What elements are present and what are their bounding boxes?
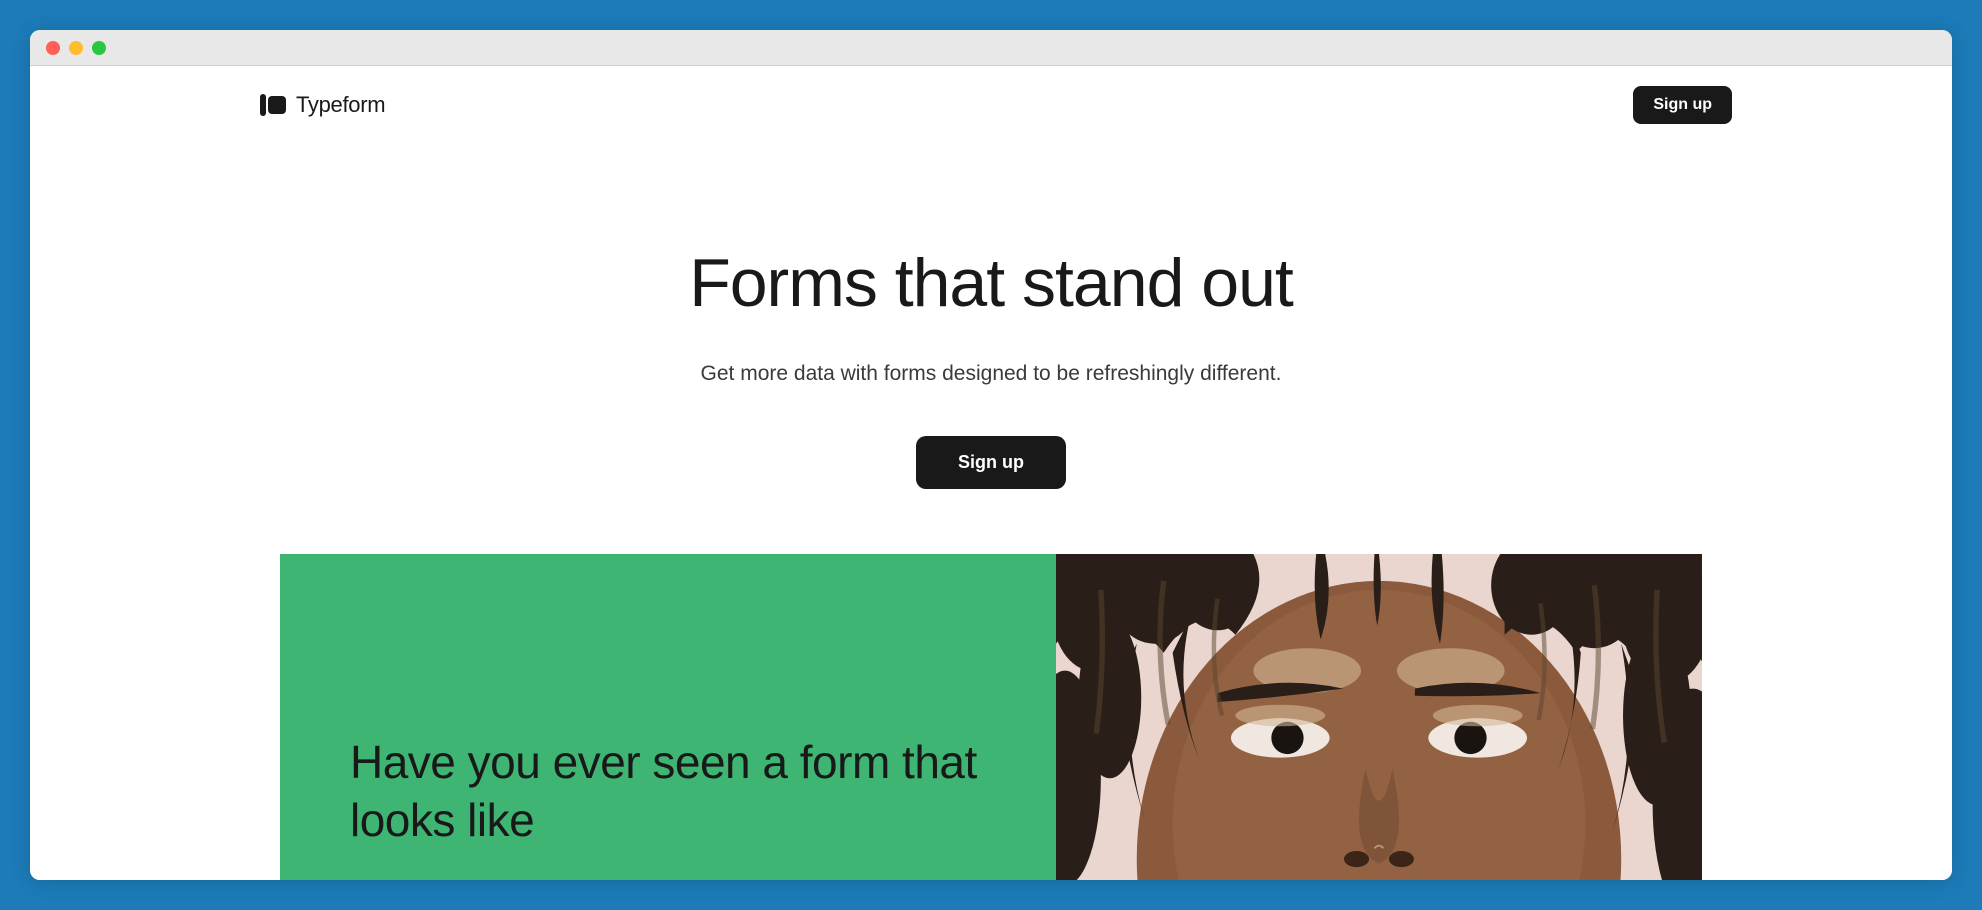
showcase-question-text: Have you ever seen a form that looks lik… <box>350 734 996 849</box>
logo-mark-icon <box>260 94 286 116</box>
brand-logo[interactable]: Typeform <box>260 92 385 118</box>
showcase-panel: Have you ever seen a form that looks lik… <box>280 554 1702 880</box>
hero-title: Forms that stand out <box>30 244 1952 322</box>
portrait-photo-icon <box>1056 554 1702 880</box>
brand-name: Typeform <box>296 92 385 118</box>
hero-subtitle: Get more data with forms designed to be … <box>30 362 1952 386</box>
maximize-window-icon[interactable] <box>92 41 106 55</box>
signup-button-hero[interactable]: Sign up <box>916 436 1066 489</box>
site-header: Typeform Sign up <box>30 66 1952 144</box>
showcase-image-panel <box>1056 554 1702 880</box>
browser-window: Typeform Sign up Forms that stand out Ge… <box>30 30 1952 880</box>
hero-section: Forms that stand out Get more data with … <box>30 144 1952 489</box>
close-window-icon[interactable] <box>46 41 60 55</box>
page-content: Typeform Sign up Forms that stand out Ge… <box>30 66 1952 880</box>
minimize-window-icon[interactable] <box>69 41 83 55</box>
window-title-bar <box>30 30 1952 66</box>
signup-button-header[interactable]: Sign up <box>1633 86 1732 124</box>
showcase-question-panel: Have you ever seen a form that looks lik… <box>280 554 1056 880</box>
